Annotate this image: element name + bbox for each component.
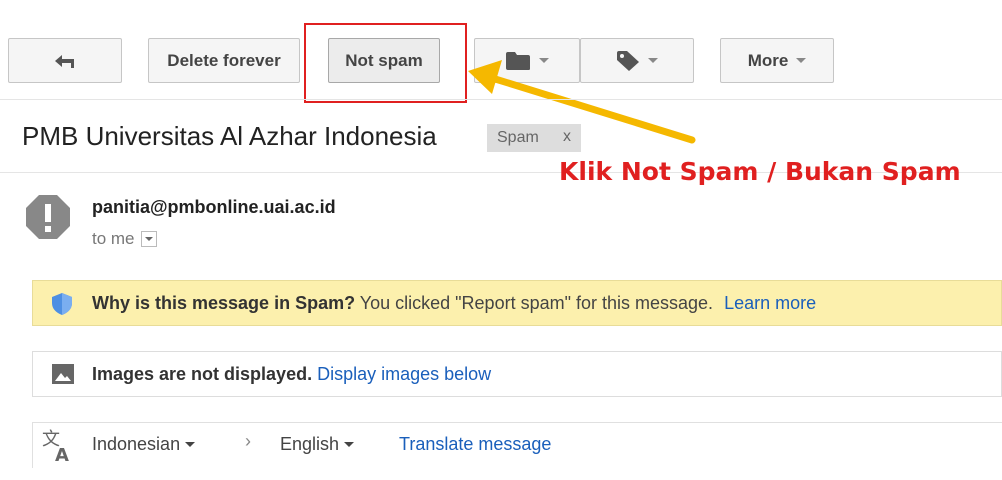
learn-more-link[interactable]: Learn more — [724, 293, 816, 313]
target-language-select[interactable]: English — [280, 434, 355, 455]
spam-notice-body: You clicked "Report spam" for this messa… — [359, 292, 714, 313]
annotation-text: Klik Not Spam / Bukan Spam — [559, 157, 961, 186]
svg-text:A: A — [55, 445, 69, 463]
warning-avatar-icon — [26, 195, 70, 239]
email-subject: PMB Universitas Al Azhar Indonesia — [22, 121, 437, 151]
image-icon — [52, 364, 74, 384]
display-images-link[interactable]: Display images below — [317, 364, 491, 384]
source-language-label: Indonesian — [92, 434, 181, 454]
sender-address: panitia@pmbonline.uai.ac.id — [92, 197, 336, 217]
remove-label-icon[interactable]: x — [563, 128, 571, 146]
spam-notice-heading: Why is this message in Spam? — [92, 292, 356, 313]
chevron-down-icon — [144, 237, 153, 241]
shield-icon — [52, 293, 72, 315]
translate-bar: 文 A Indonesian › English Translate messa… — [32, 422, 1002, 468]
toolbar-divider — [0, 99, 1002, 100]
source-language-select[interactable]: Indonesian — [92, 434, 196, 455]
show-details-button[interactable] — [140, 231, 157, 247]
translate-icon: 文 A — [42, 429, 69, 463]
spam-notice-text: Why is this message in Spam? You clicked… — [92, 293, 816, 314]
images-notice-text: Images are not displayed. Display images… — [92, 364, 491, 385]
recipient-text: to me — [92, 229, 135, 248]
translate-message-link[interactable]: Translate message — [399, 434, 551, 455]
spam-label-text: Spam — [497, 129, 539, 146]
recipient-line: to me — [92, 229, 157, 249]
spam-notice-bar: Why is this message in Spam? You clicked… — [32, 280, 1002, 326]
images-notice-heading: Images are not displayed. — [92, 363, 313, 384]
images-notice-bar: Images are not displayed. Display images… — [32, 351, 1002, 397]
chevron-right-icon: › — [245, 431, 251, 451]
chevron-down-icon — [185, 442, 196, 447]
target-language-label: English — [280, 434, 340, 454]
chevron-down-icon — [344, 442, 355, 447]
spam-label-chip[interactable]: Spam x — [487, 124, 581, 152]
